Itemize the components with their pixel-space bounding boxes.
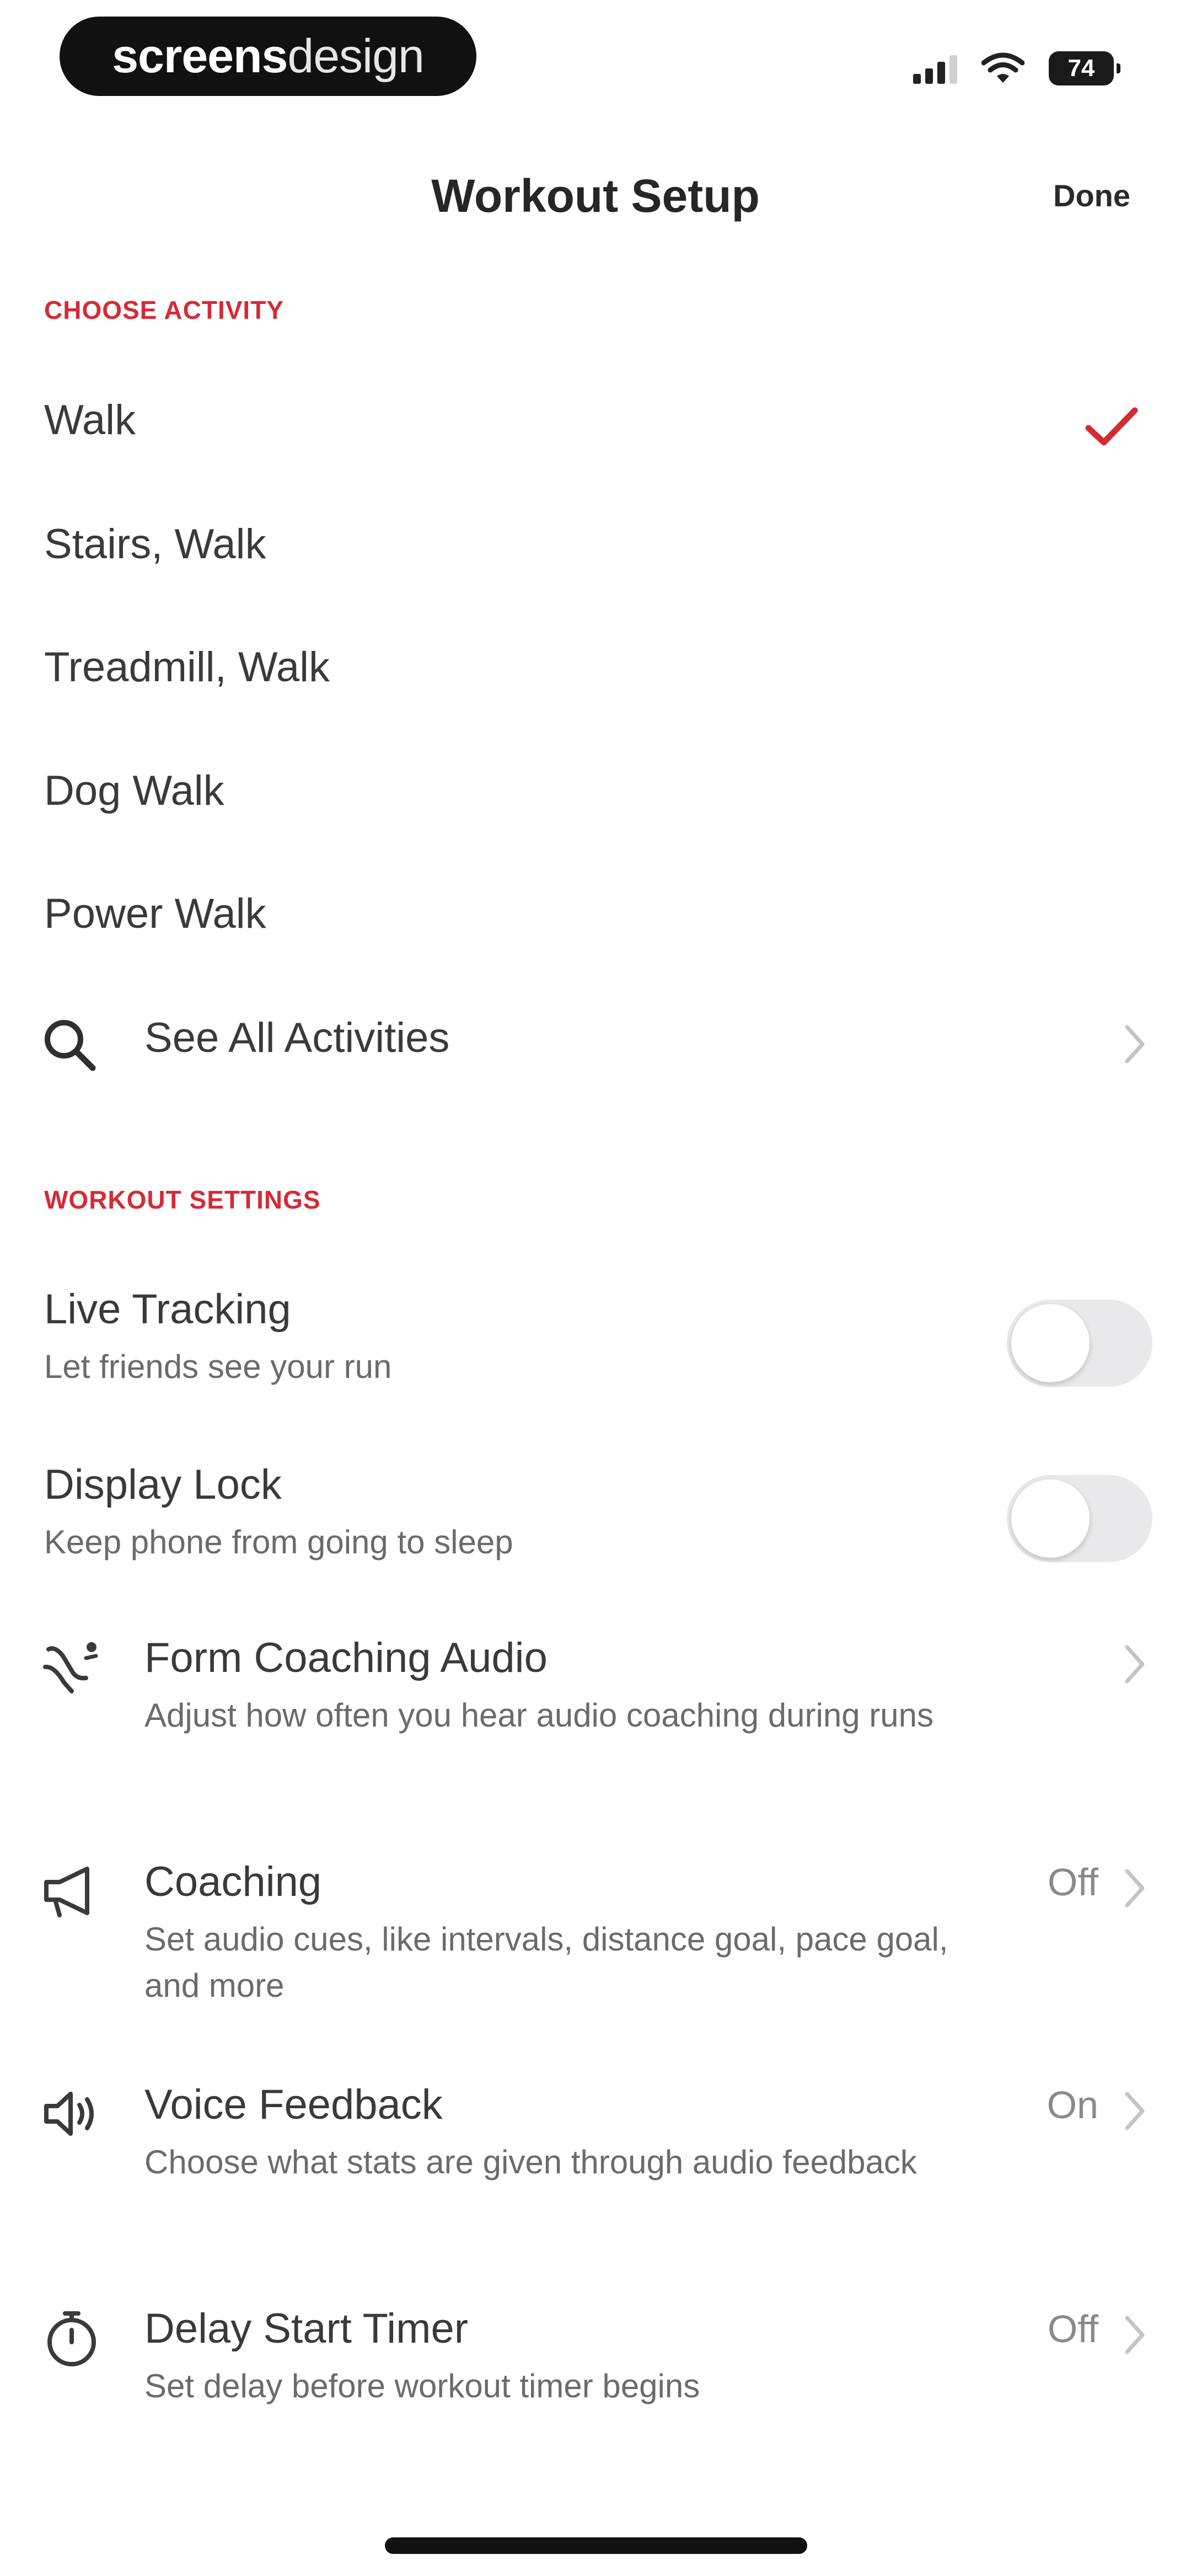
live-tracking-toggle[interactable] [1007, 1300, 1152, 1387]
live-tracking-row: Live Tracking Let friends see your run [0, 1285, 1191, 1412]
form-coaching-title: Form Coaching Audio [144, 1634, 548, 1681]
toggle-knob [1011, 1304, 1090, 1382]
delay-start-timer-subtitle: Set delay before workout timer begins [144, 2367, 700, 2404]
live-tracking-title: Live Tracking [44, 1286, 291, 1333]
form-coaching-subtitle: Adjust how often you hear audio coaching… [144, 1697, 934, 1734]
display-lock-row: Display Lock Keep phone from going to sl… [0, 1461, 1191, 1588]
voice-feedback-value: On [1047, 2083, 1098, 2126]
chevron-right-icon [1125, 1025, 1145, 1063]
live-tracking-subtitle: Let friends see your run [44, 1348, 392, 1385]
activity-item-stairs-walk[interactable]: Stairs, Walk [0, 510, 1191, 598]
battery-icon: 74 [1049, 51, 1120, 85]
stopwatch-icon [47, 2311, 96, 2366]
nav-bar: Workout Setup Done [0, 154, 1191, 237]
activity-item-walk[interactable]: Walk [0, 386, 1191, 474]
brand-bold-text: screens [112, 29, 288, 83]
coaching-subtitle: Set audio cues, like intervals, distance… [144, 1921, 948, 2004]
search-icon [45, 1020, 96, 1071]
megaphone-icon [44, 1867, 89, 1917]
section-header-choose-activity: CHOOSE ACTIVITY [44, 296, 284, 324]
voice-feedback-row[interactable]: Voice Feedback On Choose what stats are … [0, 2081, 1191, 2246]
battery-level: 74 [1067, 55, 1095, 82]
voice-feedback-title: Voice Feedback [144, 2081, 443, 2128]
status-bar: screens design 74 [0, 0, 1191, 121]
speaker-icon [44, 2092, 94, 2136]
activity-item-treadmill-walk[interactable]: Treadmill, Walk [0, 633, 1191, 722]
delay-start-timer-row[interactable]: Delay Start Timer Off Set delay before w… [0, 2305, 1191, 2426]
activity-label: Power Walk [44, 890, 266, 937]
display-lock-title: Display Lock [44, 1461, 282, 1508]
done-button[interactable]: Done [1053, 154, 1130, 237]
chevron-right-icon [1125, 2092, 1145, 2130]
checkmark-icon [1085, 407, 1138, 446]
display-lock-subtitle: Keep phone from going to sleep [44, 1524, 513, 1560]
activity-label: Treadmill, Walk [44, 644, 330, 691]
delay-start-timer-title: Delay Start Timer [144, 2305, 469, 2352]
wifi-icon [981, 52, 1024, 83]
activity-label: Dog Walk [44, 767, 224, 814]
voice-feedback-subtitle: Choose what stats are given through audi… [144, 2144, 917, 2180]
page-title: Workout Setup [431, 170, 760, 222]
coaching-value: Off [1047, 1861, 1098, 1904]
see-all-activities-row[interactable]: See All Activities [0, 1004, 1191, 1092]
toggle-knob [1011, 1479, 1090, 1558]
chevron-right-icon [1125, 2316, 1145, 2354]
coaching-row[interactable]: Coaching Off Set audio cues, like interv… [0, 1858, 1191, 2023]
home-indicator[interactable] [385, 2537, 807, 2554]
activity-item-power-walk[interactable]: Power Walk [0, 880, 1191, 968]
activity-item-dog-walk[interactable]: Dog Walk [0, 757, 1191, 845]
activity-label: Walk [44, 397, 136, 443]
activity-label: Stairs, Walk [44, 521, 266, 568]
system-icons: 74 [913, 49, 1120, 88]
delay-start-timer-value: Off [1047, 2307, 1098, 2350]
section-header-workout-settings: WORKOUT SETTINGS [44, 1185, 321, 1214]
display-lock-toggle[interactable] [1007, 1475, 1152, 1562]
cellular-signal-icon [913, 53, 957, 84]
chevron-right-icon [1125, 1869, 1145, 1907]
form-coaching-icon [43, 1642, 98, 1693]
coaching-title: Coaching [144, 1858, 322, 1905]
form-coaching-audio-row[interactable]: Form Coaching Audio Adjust how often you… [0, 1634, 1191, 1799]
see-all-activities-label: See All Activities [144, 1014, 450, 1061]
chevron-right-icon [1125, 1645, 1145, 1684]
brand-watermark: screens design [60, 17, 476, 96]
brand-thin-text: design [287, 29, 424, 83]
